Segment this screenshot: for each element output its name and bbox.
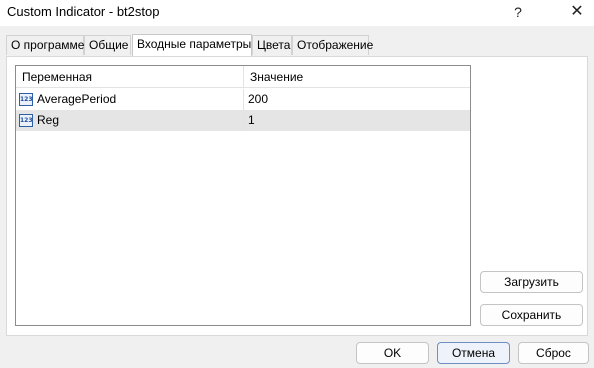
close-button[interactable]: ✕: [560, 2, 594, 22]
save-button[interactable]: Сохранить: [480, 304, 583, 326]
table-row-selected[interactable]: 123 Reg 1: [16, 110, 470, 131]
window-title: Custom Indicator - bt2stop: [7, 4, 160, 19]
title-bar: Custom Indicator - bt2stop ? ✕: [0, 0, 594, 26]
grid-header: Переменная Значение: [16, 66, 470, 88]
ok-button[interactable]: OK: [356, 342, 429, 364]
load-button[interactable]: Загрузить: [480, 271, 583, 293]
cell-divider: [243, 110, 244, 131]
tab-common[interactable]: Общие: [84, 35, 131, 55]
column-header-variable[interactable]: Переменная: [16, 66, 92, 87]
table-row[interactable]: 123 AveragePeriod 200: [16, 89, 470, 110]
help-button[interactable]: ?: [501, 2, 535, 22]
reset-button[interactable]: Сброс: [518, 342, 589, 364]
parameters-grid[interactable]: Переменная Значение 123 AveragePeriod 20…: [15, 65, 471, 326]
column-header-value[interactable]: Значение: [244, 66, 303, 87]
tab-input-parameters[interactable]: Входные параметры: [132, 34, 252, 56]
tab-display[interactable]: Отображение: [292, 35, 373, 55]
cell-divider: [243, 89, 244, 110]
tab-about[interactable]: О программе: [6, 35, 84, 55]
param-value[interactable]: 200: [248, 89, 268, 110]
param-name: AveragePeriod: [37, 92, 117, 106]
param-name: Reg: [37, 113, 60, 127]
param-value[interactable]: 1: [248, 110, 255, 131]
tab-colors[interactable]: Цвета: [252, 35, 292, 55]
integer-param-icon: 123: [19, 93, 33, 106]
cancel-button[interactable]: Отмена: [437, 342, 510, 364]
integer-param-icon: 123: [19, 114, 33, 127]
